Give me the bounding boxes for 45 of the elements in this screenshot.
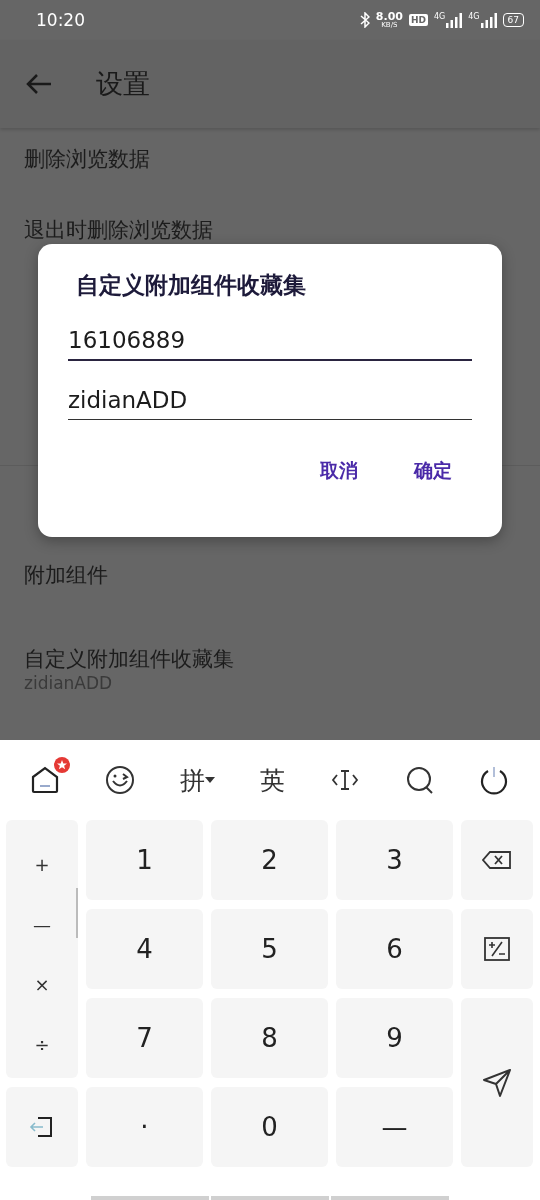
network-type: 4G: [433, 12, 446, 21]
dropdown-caret-icon: [205, 777, 216, 783]
backspace-key[interactable]: [461, 820, 533, 900]
digit-key[interactable]: 4: [86, 909, 203, 989]
backspace-icon: [482, 850, 512, 870]
digit-key[interactable]: 8: [211, 998, 328, 1078]
status-time: 10:20: [36, 10, 85, 30]
hd-voice-badge: HD: [408, 14, 428, 26]
network-type: 4G: [468, 12, 480, 21]
dialog-title: 自定义附加组件收藏集: [76, 271, 306, 300]
home-icon[interactable]: [30, 765, 61, 795]
symbol-key[interactable]: ·: [86, 1087, 203, 1167]
digit-key[interactable]: 7: [86, 998, 203, 1078]
input-field[interactable]: zidianADD: [68, 379, 472, 420]
symbol-key[interactable]: —: [6, 894, 78, 954]
plus-minus-icon: [484, 937, 510, 961]
power-icon[interactable]: [479, 765, 510, 795]
dialog-button[interactable]: 确定: [406, 454, 460, 488]
page-title: 设置: [96, 67, 150, 101]
symbol-key[interactable]: ÷: [6, 1014, 78, 1074]
sign-key[interactable]: [461, 909, 533, 989]
search-icon[interactable]: [404, 765, 435, 795]
english-mode-button[interactable]: 英: [259, 763, 285, 797]
digit-key[interactable]: 5: [211, 909, 328, 989]
exit-icon: [29, 1114, 55, 1140]
dialog-button[interactable]: 取消: [312, 454, 366, 488]
battery-level: 67: [502, 13, 524, 27]
wink-emoji-icon[interactable]: [105, 765, 136, 795]
digit-key[interactable]: 3: [336, 820, 453, 900]
symbol-key[interactable]: —: [336, 1087, 453, 1167]
send-icon: [482, 1067, 512, 1098]
digit-key[interactable]: 1: [86, 820, 203, 900]
bluetooth-icon: [359, 12, 370, 28]
symbol-key[interactable]: +: [6, 834, 78, 894]
network-speed: 8.00: [375, 11, 403, 22]
digit-key[interactable]: 9: [336, 998, 453, 1078]
signal-icon: [446, 12, 463, 28]
back-arrow-icon[interactable]: [26, 73, 52, 95]
digit-key[interactable]: 2: [211, 820, 328, 900]
digit-key[interactable]: 0: [211, 1087, 328, 1167]
pinyin-mode-button[interactable]: 拼: [180, 763, 216, 797]
symbol-key[interactable]: ×: [6, 954, 78, 1014]
digit-key[interactable]: 6: [336, 909, 453, 989]
signal-icon: [480, 12, 497, 28]
input-field[interactable]: 16106889: [68, 319, 472, 361]
